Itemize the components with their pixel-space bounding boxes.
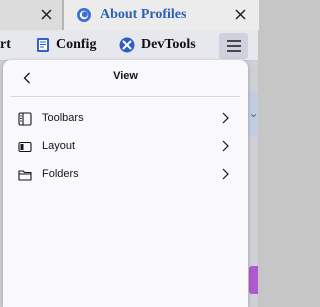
chevron-right-icon [222, 112, 229, 124]
menu-item-toolbars[interactable]: Toolbars [3, 105, 248, 133]
document-icon [37, 38, 49, 52]
bookmark-devtools-label: DevTools [141, 37, 196, 52]
bookmark-devtools[interactable]: DevTools [119, 30, 196, 60]
app-menu-button[interactable] [219, 33, 248, 59]
view-menu-list: Toolbars Layout Folders [3, 105, 248, 189]
panel-header: View [3, 60, 248, 96]
tab-strip: About Profiles [0, 0, 259, 30]
tab-close-icon[interactable] [40, 8, 53, 21]
bookmark-partial-label: rt [0, 37, 11, 52]
menu-item-layout[interactable]: Layout [3, 133, 248, 161]
menu-item-label: Layout [42, 140, 76, 152]
panel-title: View [113, 70, 138, 82]
divider [11, 96, 240, 97]
tab-previous[interactable] [0, 0, 63, 30]
bookmark-config[interactable]: Config [36, 30, 96, 60]
chevron-right-icon [222, 140, 229, 152]
menu-item-label: Folders [42, 168, 79, 180]
menu-item-folders[interactable]: Folders [3, 161, 248, 189]
bookmark-partial[interactable]: rt [0, 30, 11, 60]
tab-title: About Profiles [100, 7, 187, 22]
page-chevron-peek: ⌄ [249, 108, 259, 120]
hamburger-icon [226, 40, 241, 52]
view-menu-panel: View Toolbars Layout Folders [3, 60, 248, 307]
toolbars-icon [18, 112, 32, 126]
layout-icon [18, 141, 32, 153]
tab-about-profiles[interactable]: About Profiles [63, 0, 259, 30]
wrench-icon [119, 37, 135, 53]
menu-item-label: Toolbars [42, 112, 84, 124]
page-purple-strip [249, 266, 258, 294]
folder-icon [18, 170, 32, 181]
tab-close-icon[interactable] [234, 8, 247, 21]
bookmark-config-label: Config [56, 37, 97, 52]
firefox-icon [77, 8, 91, 22]
chevron-right-icon [222, 168, 229, 180]
